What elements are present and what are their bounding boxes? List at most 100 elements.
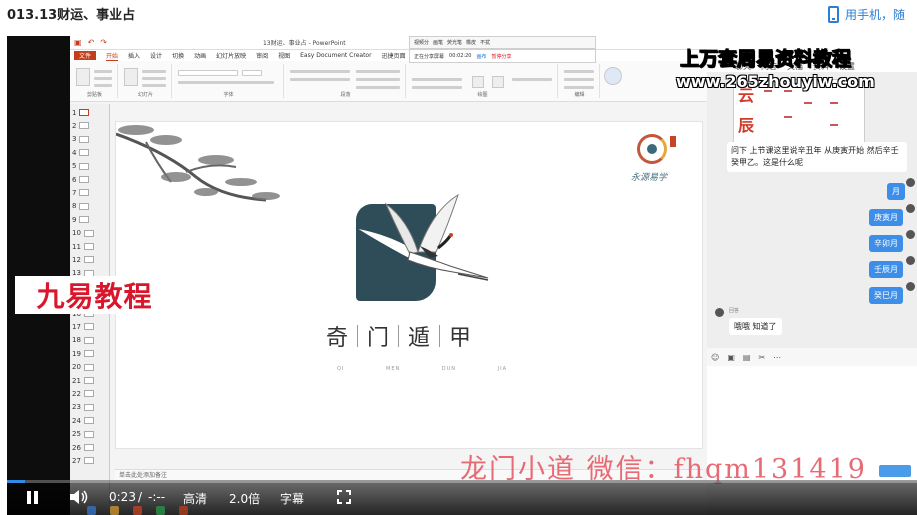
slide-thumbnail-preview (83, 417, 94, 425)
taskbar-app-icon (110, 506, 119, 515)
pause-icon[interactable] (27, 491, 39, 504)
slide-thumbnail[interactable]: 1 (72, 106, 110, 119)
slide-title: 奇 门 遁 甲 (326, 320, 471, 352)
slide-thumbnail[interactable]: 25 (72, 428, 110, 441)
slide-pinyin: QI MEN DUN JIA (337, 366, 507, 372)
ppt-tab-transitions[interactable]: 切换 (172, 51, 184, 60)
ppt-tab-home[interactable]: 开始 (106, 51, 119, 61)
slide-thumbnail-preview (83, 430, 94, 438)
slide-thumbnail-preview (83, 336, 94, 344)
ppt-tab-design[interactable]: 设计 (150, 51, 162, 60)
slide-thumbnail-number: 23 (72, 403, 81, 412)
current-time: 0:23 (109, 490, 136, 504)
taskbar-app-icon (87, 506, 96, 515)
slide-thumbnail[interactable]: 18 (72, 334, 110, 347)
screenshot-icon[interactable]: ✂ (758, 353, 765, 362)
undo-icon: ↶ (87, 38, 95, 47)
slide-thumbnail-preview (79, 216, 90, 224)
quick-styles-icon[interactable] (492, 76, 504, 88)
slide-title-char: 遁 (408, 326, 431, 351)
ppt-tab-animations[interactable]: 动画 (194, 51, 206, 60)
slide-thumbnail[interactable]: 6 (72, 173, 110, 186)
highlighter-button[interactable]: 荧光笔 (447, 39, 462, 46)
ppt-tab-slideshow[interactable]: 幻灯片放映 (216, 51, 246, 60)
ribbon-label-clipboard: 剪贴板 (86, 92, 102, 98)
slide-thumbnail-preview (83, 444, 94, 451)
avatar (906, 204, 915, 213)
slide-thumbnail-number: 21 (72, 376, 81, 385)
video-player[interactable]: ▣ ↶ ↷ 13财运、事业占 - PowerPoint 文件 开始 插入 设计 … (7, 36, 917, 515)
new-slide-icon[interactable] (124, 68, 138, 86)
slide-thumbnail-preview (83, 350, 94, 358)
slide-thumbnail-preview (83, 229, 94, 237)
share-pdf-icon[interactable] (604, 67, 622, 85)
canvas-button[interactable]: 画布 (476, 53, 486, 60)
slide-thumbnail[interactable]: 19 (72, 347, 110, 360)
send-button[interactable] (879, 465, 911, 477)
slide-thumbnail-number: 9 (72, 215, 77, 224)
slide-thumbnail[interactable]: 2 (72, 119, 110, 132)
slide-thumbnail[interactable]: 22 (72, 387, 110, 400)
volume-icon[interactable] (69, 489, 89, 505)
ppt-titlebar: ▣ ↶ ↷ 13财运、事业占 - PowerPoint (70, 36, 707, 50)
slide-thumbnail-number: 3 (72, 135, 77, 144)
pinyin-word: JIA (497, 366, 507, 372)
pause-share-button[interactable]: 暂停分享 (492, 53, 512, 60)
ribbon-group-font: 字体 (174, 64, 284, 98)
slide-thumbnail[interactable]: 10 (72, 227, 110, 240)
subtitle-button[interactable]: 字幕 (280, 490, 304, 507)
ribbon-group-clipboard: 剪贴板 (72, 64, 118, 98)
slide-thumbnail[interactable]: 12 (72, 253, 110, 266)
share-timer: 00:02:20 (449, 53, 472, 59)
slide-thumbnail[interactable]: 3 (72, 133, 110, 146)
ppt-tab-easy-doc[interactable]: Easy Document Creator (300, 52, 371, 59)
file-icon[interactable]: ▤ (743, 353, 751, 362)
ppt-tab-xunjie[interactable]: 迅捷页面 (382, 51, 406, 60)
speed-button[interactable]: 2.0倍 (229, 490, 260, 507)
slide-thumbnail[interactable]: 24 (72, 414, 110, 427)
do-not-disturb-button[interactable]: 不扰 (480, 39, 490, 46)
share-video-button[interactable]: 视频分 (414, 39, 429, 46)
slide-thumbnail[interactable]: 7 (72, 186, 110, 199)
chat-toolbar: ☺ ▣ ▤ ✂ ⋯ (707, 348, 917, 366)
ppt-ribbon: 剪贴板 幻灯片 字体 段落 绘图 编辑 (70, 61, 707, 102)
slide-thumbnail[interactable]: 4 (72, 146, 110, 159)
more-icon[interactable]: ⋯ (773, 353, 781, 362)
slide-thumbnail[interactable]: 8 (72, 200, 110, 213)
mobile-watch-link[interactable]: 用手机，随 (828, 3, 905, 25)
ppt-tab-insert[interactable]: 插入 (128, 51, 140, 60)
arrange-icon[interactable] (472, 76, 484, 88)
slide-thumbnail[interactable]: 9 (72, 213, 110, 226)
eraser-button[interactable]: 橡皮 (466, 39, 476, 46)
share-status-label: 正在分享屏幕 (414, 53, 445, 60)
slide-title-char: 奇 (326, 326, 349, 351)
slide-thumbnail-preview (79, 149, 90, 157)
slide-thumbnail-number: 2 (72, 121, 77, 130)
image-icon[interactable]: ▣ (727, 353, 735, 362)
slide-thumbnail-number: 1 (72, 108, 77, 117)
paste-icon[interactable] (76, 68, 90, 86)
slide-thumbnail[interactable]: 5 (72, 160, 110, 173)
ppt-tab-view[interactable]: 视图 (278, 51, 290, 60)
slide-thumbnail-preview (79, 189, 90, 197)
player-controls: 0:23 / -:-- 高清 2.0倍 字幕 (7, 480, 917, 515)
slide-thumbnail[interactable]: 26 (72, 441, 110, 454)
brush-button[interactable]: 画笔 (433, 39, 443, 46)
fullscreen-icon[interactable] (337, 490, 351, 504)
share-toolbar: 视频分 画笔 荧光笔 橡皮 不扰 (409, 36, 596, 49)
share-status-bar: 正在分享屏幕 00:02:20 画布 暂停分享 (409, 49, 596, 63)
ppt-tab-review[interactable]: 审阅 (256, 51, 268, 60)
slide-thumbnail[interactable]: 23 (72, 401, 110, 414)
slide-thumbnail[interactable]: 27 (72, 454, 110, 467)
quality-button[interactable]: 高清 (183, 490, 207, 507)
page-header: 013.13财运、事业占 用手机，随 (0, 0, 917, 34)
progress-bar[interactable] (7, 480, 917, 483)
slide-thumbnail[interactable]: 17 (72, 320, 110, 333)
ppt-tab-file[interactable]: 文件 (74, 51, 97, 60)
slide-thumbnail[interactable]: 20 (72, 361, 110, 374)
slide-thumbnail[interactable]: 11 (72, 240, 110, 253)
mobile-link-label: 用手机，随 (845, 7, 906, 22)
emoji-icon[interactable]: ☺ (711, 353, 719, 362)
slide-thumbnail-number: 7 (72, 188, 77, 197)
slide-thumbnail[interactable]: 21 (72, 374, 110, 387)
